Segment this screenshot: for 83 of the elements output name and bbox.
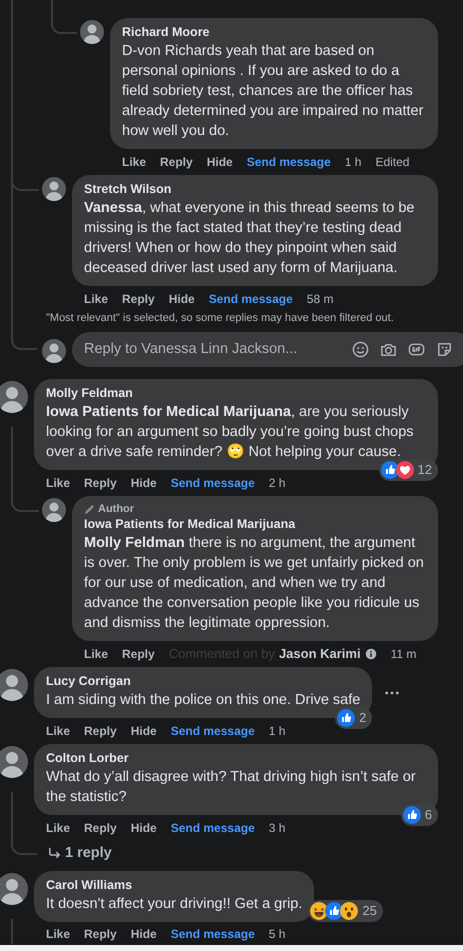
reaction-count: 25 [362,902,377,920]
camera-icon[interactable] [380,341,397,358]
send-message-link[interactable]: Send message [170,820,255,836]
surprised-face-icon [340,902,358,920]
action-link[interactable]: Like [84,290,108,306]
timestamp[interactable]: 1 h [344,154,362,170]
reaction-count: 2 [359,709,366,727]
avatar[interactable] [0,669,28,701]
more-options-icon[interactable] [385,690,400,694]
reaction-count: 12 [418,461,432,479]
edited-label: Edited [375,154,410,170]
send-message-link[interactable]: Send message [208,290,293,306]
view-replies-link[interactable]: 1 reply [48,843,112,865]
send-message-link[interactable]: Send message [170,474,255,490]
action-link[interactable]: Reply [160,154,193,170]
action-link[interactable]: Like [84,646,108,662]
action-link[interactable]: Reply [84,820,117,836]
send-message-link[interactable]: Send message [170,926,255,942]
avatar[interactable] [42,498,66,522]
comment-text: I am siding with the police on this one. Drive safe [46,691,360,710]
action-link[interactable]: Like [46,474,70,490]
action-link[interactable]: Reply [122,290,155,306]
pen-icon [84,504,95,514]
reaction-summary[interactable]: 12 [378,459,438,481]
filter-note: "Most relevant" is selected, so some replies may have been filtered out. [46,311,395,326]
timestamp[interactable]: 58 m [306,290,334,306]
author-name[interactable]: Stretch Wilson [84,181,426,198]
timestamp[interactable]: 5 h [268,926,286,942]
reply-arrow-icon [48,847,61,860]
gif-icon[interactable] [408,341,425,358]
reaction-summary[interactable]: 2 [335,707,372,729]
timestamp[interactable]: 2 h [268,474,286,490]
comment-text: Iowa Patients for Medical Marijuana, are you seriously looking for an argument so badly you’re going bust chops over a drive safe reminder? 🙄 Not helping your cause. [46,403,415,462]
like-icon [325,902,344,920]
sticker-icon[interactable] [436,341,453,358]
action-link[interactable]: Like [46,820,70,836]
timestamp[interactable]: 11 m [390,646,416,662]
author-name[interactable]: Iowa Patients for Medical Marijuana [84,516,426,533]
author-name[interactable]: Lucy Corrigan [46,673,360,690]
comment-text: Vanessa, what everyone in this thread seems to be missing is the fact stated that they’re testing dead drivers! When or how do they pinpoint when said deceased driver last used any form of Marijuana. [84,199,416,278]
action-link[interactable]: Reply [84,474,117,490]
avatar[interactable] [42,338,66,362]
action-link[interactable]: Hide [168,290,195,306]
reaction-summary[interactable]: 6 [400,804,438,826]
avatar[interactable] [0,381,28,413]
laughing-face-icon [310,902,328,920]
timestamp[interactable]: 1 h [268,722,286,738]
action-link[interactable]: Hide [206,154,233,170]
avatar[interactable] [42,177,66,201]
comment-text: Molly Feldman there is no argument, the argument is over. The only problem is we get unfairly picked on for our use of medication, and when we try and advance the conversation people like you ridicule us and dismiss the legitimate oppression. [84,534,425,633]
reply-input-field[interactable]: Reply to Vanessa Linn Jackson... [72,332,463,367]
avatar[interactable] [80,20,104,44]
author-name[interactable]: Carol Williams [46,876,302,894]
action-link[interactable]: Hide [130,474,157,490]
avatar[interactable] [0,746,28,778]
action-link[interactable]: Reply [122,646,155,662]
comment-text: D-von Richards yeah that are based on personal opinions . If you are asked to do a field sobriety test, chances are the officer has already determined you are impaired no matter how well you do. [122,42,424,141]
action-link[interactable]: Like [46,722,70,738]
like-icon [402,806,421,824]
commenter-name[interactable]: Jason Karimi [278,646,361,662]
timestamp[interactable]: 3 h [268,820,286,836]
comment-text: What do y’all disagree with? That driving high isn’t safe or the statistic? [46,768,417,807]
action-link[interactable]: Like [122,154,146,170]
action-link[interactable]: Hide [130,820,157,836]
comment-text: It doesn't affect your driving!! Get a grip. [46,894,302,914]
smiley-icon[interactable] [352,341,369,358]
send-message-link[interactable]: Send message [246,154,331,170]
action-link[interactable]: Reply [84,722,117,738]
info-icon [364,648,377,660]
author-name[interactable]: Colton Lorber [46,750,426,767]
action-link[interactable]: Like [46,926,70,942]
action-link[interactable]: Reply [84,926,117,942]
author-label: Author [98,502,134,516]
action-link[interactable]: Hide [130,722,157,738]
like-icon [337,709,356,727]
send-message-link[interactable]: Send message [170,722,255,738]
author-name[interactable]: Richard Moore [122,24,426,41]
avatar[interactable] [0,872,28,905]
reaction-summary[interactable]: 25 [308,900,383,922]
action-link[interactable]: Hide [130,926,157,942]
like-icon [380,461,399,479]
author-name[interactable]: Molly Feldman [46,385,426,402]
reaction-count: 6 [424,806,432,824]
